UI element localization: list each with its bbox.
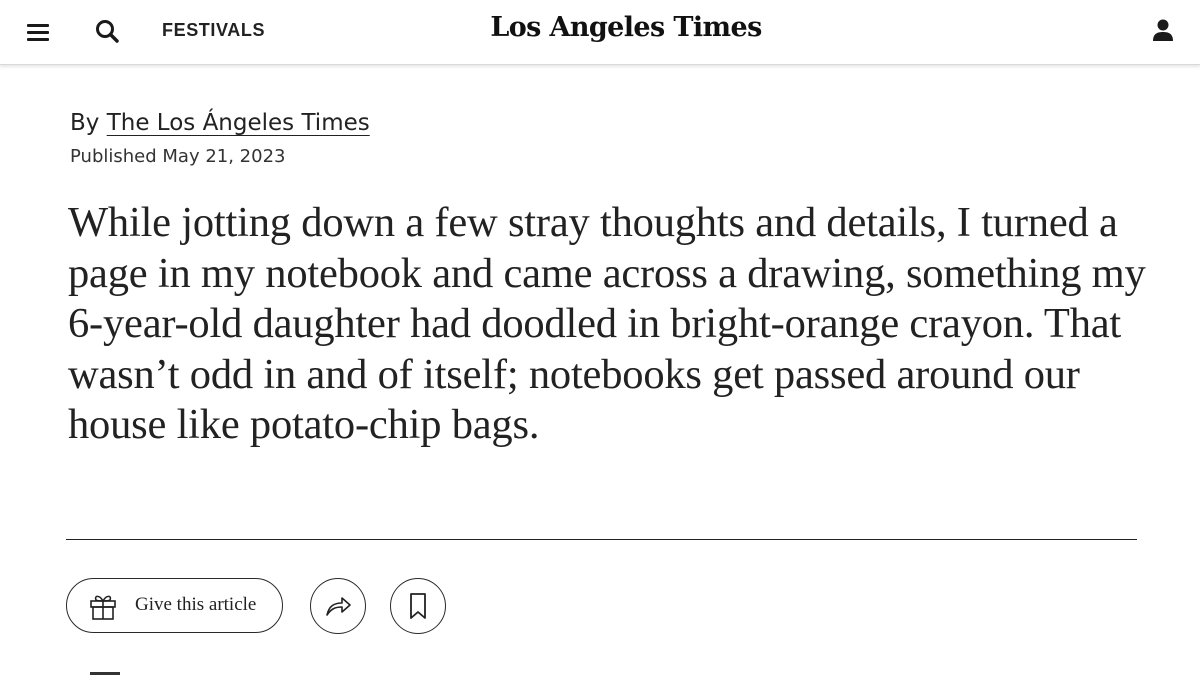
gift-icon — [87, 590, 119, 622]
byline: By The Los Ángeles Times — [70, 110, 370, 136]
byline-author-link[interactable]: The Los Ángeles Times — [107, 110, 370, 136]
bookmark-icon — [410, 593, 426, 619]
cutoff-image-edge — [90, 672, 120, 675]
top-nav-bar: FESTIVALS Los Angeles Times — [0, 0, 1200, 65]
give-article-button[interactable]: Give this article — [66, 578, 283, 633]
share-button[interactable] — [310, 578, 366, 634]
byline-prefix: By — [70, 110, 100, 136]
brand-logo-text[interactable]: Los Angeles Times — [490, 12, 762, 43]
nav-festivals-link[interactable]: FESTIVALS — [162, 20, 265, 41]
next-content-cutoff — [68, 662, 568, 680]
share-arrow-icon — [326, 597, 351, 616]
hamburger-menu-icon[interactable] — [24, 18, 54, 46]
search-icon[interactable] — [92, 16, 124, 48]
give-article-label: Give this article — [135, 594, 257, 615]
divider — [66, 539, 1137, 540]
user-account-icon[interactable] — [1148, 16, 1178, 46]
bookmark-button[interactable] — [390, 578, 446, 634]
article-lede: While jotting down a few stray thoughts … — [68, 199, 1146, 448]
published-date: Published May 21, 2023 — [70, 146, 286, 167]
